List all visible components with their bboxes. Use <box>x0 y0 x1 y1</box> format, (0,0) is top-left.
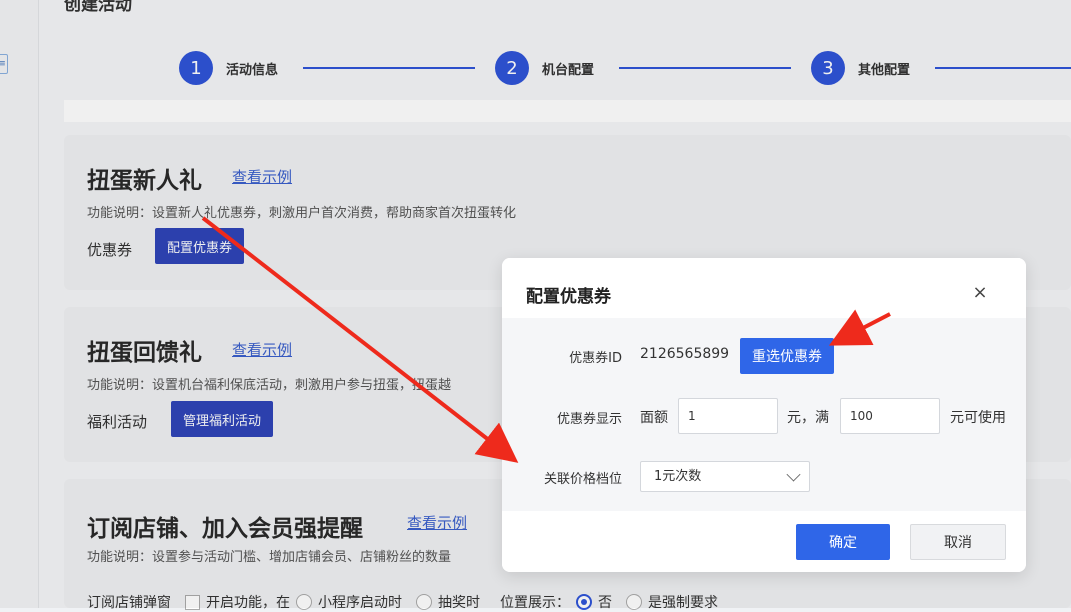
cancel-button[interactable]: 取消 <box>910 524 1006 560</box>
coupon-display-label: 优惠券显示 <box>556 412 622 427</box>
confirm-button[interactable]: 确定 <box>796 524 890 560</box>
face-value-label: 面额 <box>640 410 668 426</box>
unit-full-label: 元，满 <box>787 410 829 426</box>
coupon-id-label: 优惠券ID <box>569 351 622 366</box>
modal-body: 优惠券ID 2126565899 重选优惠券 优惠券显示 面额 1 元，满 10… <box>502 318 1026 511</box>
configure-coupon-modal: 配置优惠券 × 优惠券ID 2126565899 重选优惠券 优惠券显示 面额 … <box>502 258 1026 572</box>
usable-suffix-label: 元可使用 <box>950 410 1006 426</box>
modal-header: 配置优惠券 × <box>502 258 1026 318</box>
reselect-coupon-button[interactable]: 重选优惠券 <box>740 338 834 374</box>
threshold-input[interactable]: 100 <box>840 398 940 434</box>
price-tier-select[interactable]: 1元次数 <box>640 461 810 492</box>
price-tier-value: 1元次数 <box>654 469 702 484</box>
modal-title: 配置优惠券 <box>526 287 611 307</box>
chevron-down-icon <box>786 467 801 482</box>
face-value-input[interactable]: 1 <box>678 398 778 434</box>
close-icon[interactable]: × <box>972 284 988 302</box>
price-tier-label: 关联价格档位 <box>543 472 622 487</box>
coupon-id-value: 2126565899 <box>640 346 730 362</box>
